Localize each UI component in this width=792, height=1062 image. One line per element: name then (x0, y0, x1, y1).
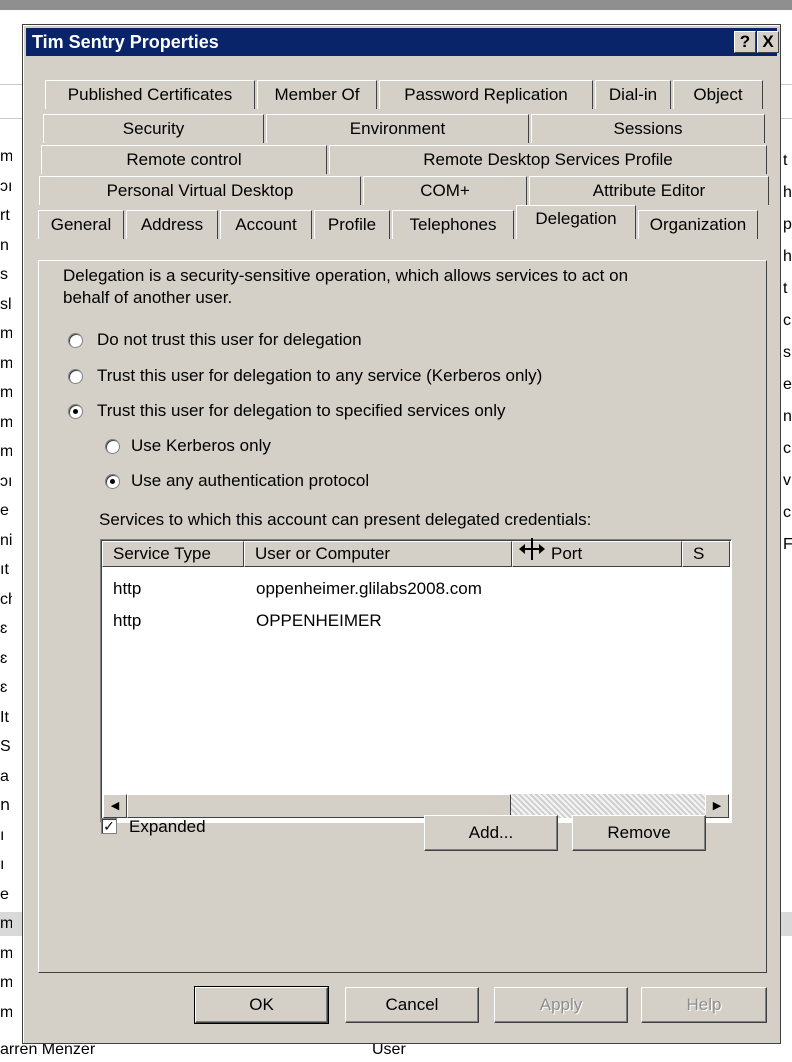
tab-object[interactable]: Object (673, 80, 763, 109)
tab-personal-virtual-desktop[interactable]: Personal Virtual Desktop (39, 176, 361, 205)
background-list-fragment: m (0, 915, 12, 932)
background-list-fragment: It (0, 708, 9, 726)
background-list-fragment: s (0, 266, 8, 283)
background-list-fragment: ch (0, 590, 12, 608)
background-list-fragment: m (0, 974, 12, 991)
background-list-fragment: ɔı (0, 177, 12, 195)
background-list-fragment: c (783, 312, 791, 329)
background-list-fragment: ıt (0, 561, 9, 578)
background-list-fragment: ɛ (0, 679, 8, 696)
background-list-fragment: ɔı (0, 472, 12, 490)
tab-sessions[interactable]: Sessions (531, 114, 765, 143)
tab-delegation[interactable]: Delegation (516, 205, 636, 239)
cancel-button[interactable]: Cancel (345, 987, 479, 1023)
tab-general[interactable]: General (38, 210, 124, 239)
background-list-fragment: m (0, 944, 12, 962)
background-list-fragment: ı (0, 826, 5, 844)
background-list-fragment: sl (0, 295, 12, 313)
background-list-fragment: h (783, 184, 792, 201)
help-button[interactable]: Help (641, 987, 767, 1023)
close-icon[interactable]: X (757, 31, 779, 53)
background-list-fragment: t (783, 152, 788, 169)
tab-address[interactable]: Address (126, 210, 218, 239)
background-list-fragment: e (0, 885, 9, 903)
dialog-title: Tim Sentry Properties (32, 32, 219, 52)
background-list-fragment: v (783, 472, 791, 489)
background-list-fragment: ɛ (0, 649, 8, 667)
tab-environment[interactable]: Environment (266, 114, 529, 143)
ok-button[interactable]: OK (194, 986, 329, 1024)
tab-remote-control[interactable]: Remote control (41, 145, 327, 174)
background-list-fragment: m (0, 384, 12, 401)
tab-profile[interactable]: Profile (314, 210, 390, 239)
background-list-fragment: a (0, 767, 9, 785)
delegation-panel (38, 260, 767, 973)
background-list-fragment: ni (0, 531, 12, 549)
background-list-fragment: ɛ (0, 620, 8, 637)
background-list-fragment: s (783, 344, 791, 361)
tab-telephones[interactable]: Telephones (392, 210, 514, 239)
background-list-fragment: m (0, 1003, 12, 1021)
apply-button[interactable]: Apply (494, 987, 628, 1023)
background-list-fragment: c (783, 440, 791, 457)
background-list-fragment: ո (0, 797, 11, 814)
tab-account[interactable]: Account (220, 210, 312, 239)
background-list-fragment: rt (0, 207, 10, 224)
tab-dial-in[interactable]: Dial-in (595, 80, 671, 109)
background-list-fragment: t (783, 280, 788, 297)
background-list-fragment: e (0, 502, 9, 519)
column-resize-cursor-icon (519, 538, 545, 560)
help-icon[interactable]: ? (734, 31, 756, 53)
tab-published-certificates[interactable]: Published Certificates (45, 80, 255, 109)
background-list-fragment: h (783, 248, 792, 265)
dialog-titlebar[interactable]: Tim Sentry Properties ? X (26, 28, 779, 56)
background-list-fragment: S (0, 738, 11, 755)
tab-security[interactable]: Security (43, 114, 264, 143)
background-list-fragment: ı (0, 856, 5, 873)
tab-remote-desktop-services-profile[interactable]: Remote Desktop Services Profile (329, 145, 767, 174)
background-list-fragment: n (783, 408, 792, 425)
background-list-fragment: m (0, 354, 12, 372)
background-list-fragment: n (0, 236, 9, 254)
tab-attribute-editor[interactable]: Attribute Editor (529, 176, 769, 205)
tab-com-plus[interactable]: COM+ (363, 176, 527, 205)
tab-organization[interactable]: Organization (638, 210, 758, 239)
tab-password-replication[interactable]: Password Replication (379, 80, 593, 109)
tab-member-of[interactable]: Member Of (257, 80, 377, 109)
background-list-fragment: m (0, 325, 12, 342)
background-titlebar (0, 0, 792, 10)
background-list-fragment: F (783, 536, 792, 553)
background-list-fragment: m (0, 148, 12, 165)
background-list-fragment: m (0, 413, 12, 431)
properties-dialog: Tim Sentry Properties ? X Published Cert… (22, 24, 781, 1044)
background-list-fragment: m (0, 443, 12, 460)
background-list-fragment: c (783, 504, 791, 521)
background-list-fragment: p (783, 216, 792, 233)
background-list-fragment: e (783, 376, 792, 393)
